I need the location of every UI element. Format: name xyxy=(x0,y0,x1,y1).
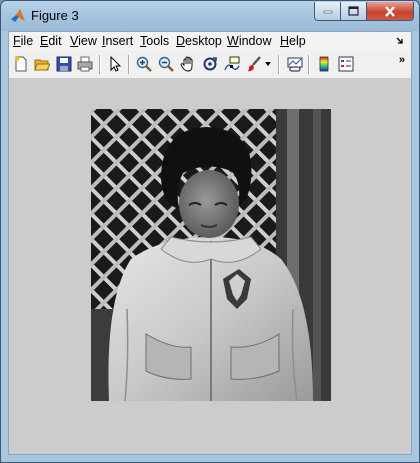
menu-bar: File Edit View Insert Tools Desktop Wind… xyxy=(9,32,411,51)
menu-desktop[interactable]: Desktop xyxy=(176,34,222,48)
figure-window: Figure 3 File Edit View Insert Tools Des… xyxy=(0,0,420,463)
new-figure-icon[interactable] xyxy=(12,55,30,73)
zoom-in-icon[interactable] xyxy=(135,55,153,73)
pan-icon[interactable] xyxy=(179,55,197,73)
zoom-out-icon[interactable] xyxy=(157,55,175,73)
toolbar-separator xyxy=(128,55,130,74)
menu-window[interactable]: Window xyxy=(227,34,271,48)
menu-tools[interactable]: Tools xyxy=(140,34,169,48)
legend-icon[interactable] xyxy=(337,55,355,73)
minimize-icon xyxy=(323,10,332,14)
title-bar[interactable]: Figure 3 xyxy=(1,1,419,31)
menu-insert[interactable]: Insert xyxy=(102,34,133,48)
brush-icon[interactable] xyxy=(245,55,263,73)
menu-help[interactable]: Help xyxy=(280,34,306,48)
data-cursor-icon[interactable] xyxy=(223,55,241,73)
minimize-button[interactable] xyxy=(314,2,341,21)
menu-file[interactable]: File xyxy=(13,34,33,48)
figure-image[interactable] xyxy=(91,109,331,401)
pointer-icon[interactable] xyxy=(106,55,124,73)
brush-dropdown-icon[interactable] xyxy=(263,55,273,73)
matlab-logo-icon xyxy=(11,9,25,22)
open-file-icon[interactable] xyxy=(33,55,51,73)
toolbar-separator xyxy=(99,55,101,74)
figure-toolbar: » xyxy=(9,51,411,79)
save-icon[interactable] xyxy=(55,55,73,73)
menu-edit[interactable]: Edit xyxy=(40,34,62,48)
print-icon[interactable] xyxy=(76,55,94,73)
window-title: Figure 3 xyxy=(31,8,79,23)
maximize-button[interactable] xyxy=(341,2,367,21)
dock-arrow-icon[interactable] xyxy=(396,37,404,47)
link-plot-icon[interactable] xyxy=(286,55,304,73)
maximize-icon xyxy=(348,6,359,16)
colorbar-icon[interactable] xyxy=(315,55,333,73)
close-button[interactable] xyxy=(367,2,414,21)
toolbar-separator xyxy=(278,55,280,74)
close-icon xyxy=(385,5,395,17)
menu-view[interactable]: View xyxy=(70,34,97,48)
rotate-3d-icon[interactable] xyxy=(201,55,219,73)
figure-canvas[interactable] xyxy=(9,79,411,454)
figure-client-area: File Edit View Insert Tools Desktop Wind… xyxy=(8,31,412,455)
toolbar-overflow-button[interactable]: » xyxy=(399,54,405,66)
toolbar-separator xyxy=(308,55,310,74)
